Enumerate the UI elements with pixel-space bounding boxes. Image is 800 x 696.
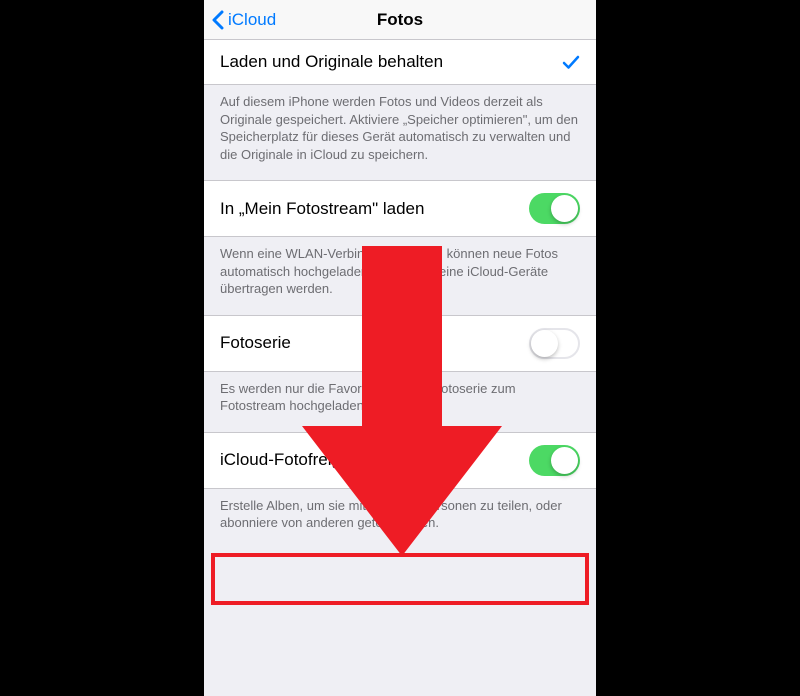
row-keep-originals[interactable]: Laden und Originale behalten: [204, 39, 596, 85]
footer-photostream: Wenn eine WLAN-Verbindung besteht, könne…: [204, 237, 596, 316]
settings-screen: iCloud Fotos Laden und Originale behalte…: [204, 0, 596, 696]
back-label: iCloud: [228, 10, 276, 30]
footer-fotoserie: Es werden nur die Favoriten aus der Foto…: [204, 372, 596, 433]
back-button[interactable]: iCloud: [204, 10, 276, 30]
row-photostream[interactable]: In „Mein Fotostream" laden: [204, 180, 596, 237]
chevron-left-icon: [212, 10, 224, 30]
row-fotoserie[interactable]: Fotoserie: [204, 315, 596, 372]
footer-icloud-sharing: Erstelle Alben, um sie mit anderen Perso…: [204, 489, 596, 550]
row-label: iCloud-Fotofreigabe: [220, 450, 369, 470]
icloud-sharing-toggle[interactable]: [529, 445, 580, 476]
row-label: In „Mein Fotostream" laden: [220, 199, 424, 219]
navbar: iCloud Fotos: [204, 0, 596, 40]
row-label: Fotoserie: [220, 333, 291, 353]
row-label: Laden und Originale behalten: [220, 52, 443, 72]
checkmark-icon: [562, 53, 580, 71]
fotoserie-toggle[interactable]: [529, 328, 580, 359]
footer-keep-originals: Auf diesem iPhone werden Fotos und Video…: [204, 85, 596, 181]
row-icloud-sharing[interactable]: iCloud-Fotofreigabe: [204, 432, 596, 489]
photostream-toggle[interactable]: [529, 193, 580, 224]
annotation-highlight-box: [211, 553, 589, 605]
